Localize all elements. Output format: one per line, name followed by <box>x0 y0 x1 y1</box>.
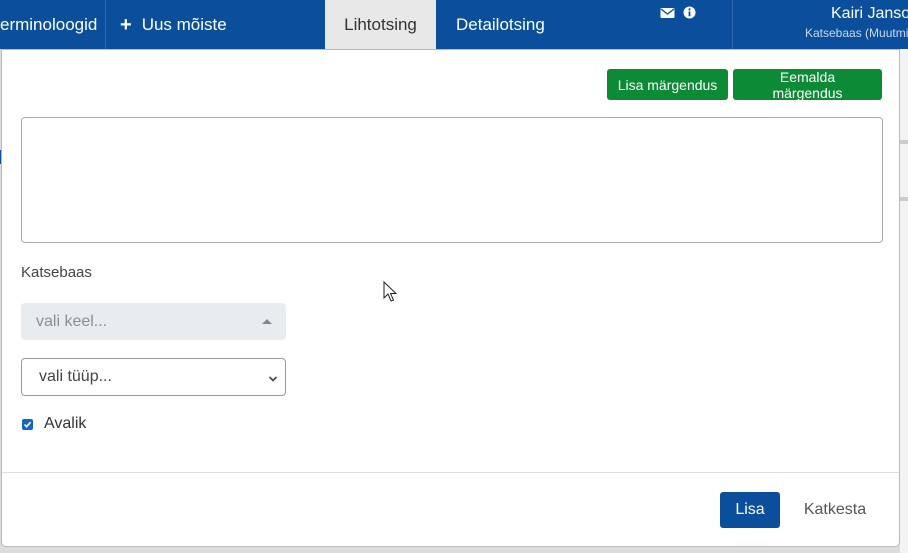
nav-terminologists[interactable]: erminoloogid <box>0 0 105 49</box>
nav-new-concept-label: Uus mõiste <box>141 14 227 34</box>
info-icon[interactable] <box>683 6 696 24</box>
nav-terminologists-label: erminoloogid <box>0 14 98 34</box>
nav-divider <box>105 0 106 49</box>
nav-new-concept[interactable]: + Uus mõiste <box>120 0 227 49</box>
language-select[interactable]: vali keel... <box>21 303 286 340</box>
plus-icon: + <box>120 13 132 36</box>
submit-button[interactable]: Lisa <box>720 492 780 528</box>
user-menu[interactable]: Kairi Jansons Katsebaas (Muutmine) <box>733 0 908 49</box>
tab-detail-search[interactable]: Detailotsing <box>456 0 545 49</box>
public-checkbox[interactable] <box>22 419 33 430</box>
modal-footer-divider <box>2 472 899 473</box>
tab-simple-search[interactable]: Lihtotsing <box>325 0 436 49</box>
tab-detail-search-label: Detailotsing <box>456 14 545 34</box>
cancel-button[interactable]: Katkesta <box>788 492 882 528</box>
type-select[interactable]: vali tüüp... <box>21 358 286 396</box>
background-page <box>900 49 908 553</box>
envelope-icon[interactable] <box>660 6 675 24</box>
background-divider <box>900 140 908 144</box>
top-navbar: erminoloogid + Uus mõiste Lihtotsing Det… <box>0 0 908 49</box>
type-select-placeholder: vali tüüp... <box>39 368 112 385</box>
remove-markup-button[interactable]: Eemalda märgendus <box>733 69 882 101</box>
chevron-down-icon <box>268 371 278 389</box>
user-database: Katsebaas (Muutmine) <box>805 26 908 40</box>
dataset-label: Katsebaas <box>21 264 92 281</box>
note-textarea[interactable] <box>21 117 883 243</box>
tab-simple-search-label: Lihtotsing <box>344 14 417 34</box>
mouse-cursor-icon <box>383 280 398 308</box>
add-markup-button[interactable]: Lisa märgendus <box>607 69 728 100</box>
add-note-modal: Lisa märgendus Eemalda märgendus Katseba… <box>1 49 900 547</box>
language-select-placeholder: vali keel... <box>36 312 108 330</box>
user-name: Kairi Jansons <box>831 5 908 22</box>
caret-up-icon <box>262 319 272 324</box>
public-checkbox-label: Avalik <box>44 415 87 432</box>
background-divider <box>900 197 908 201</box>
